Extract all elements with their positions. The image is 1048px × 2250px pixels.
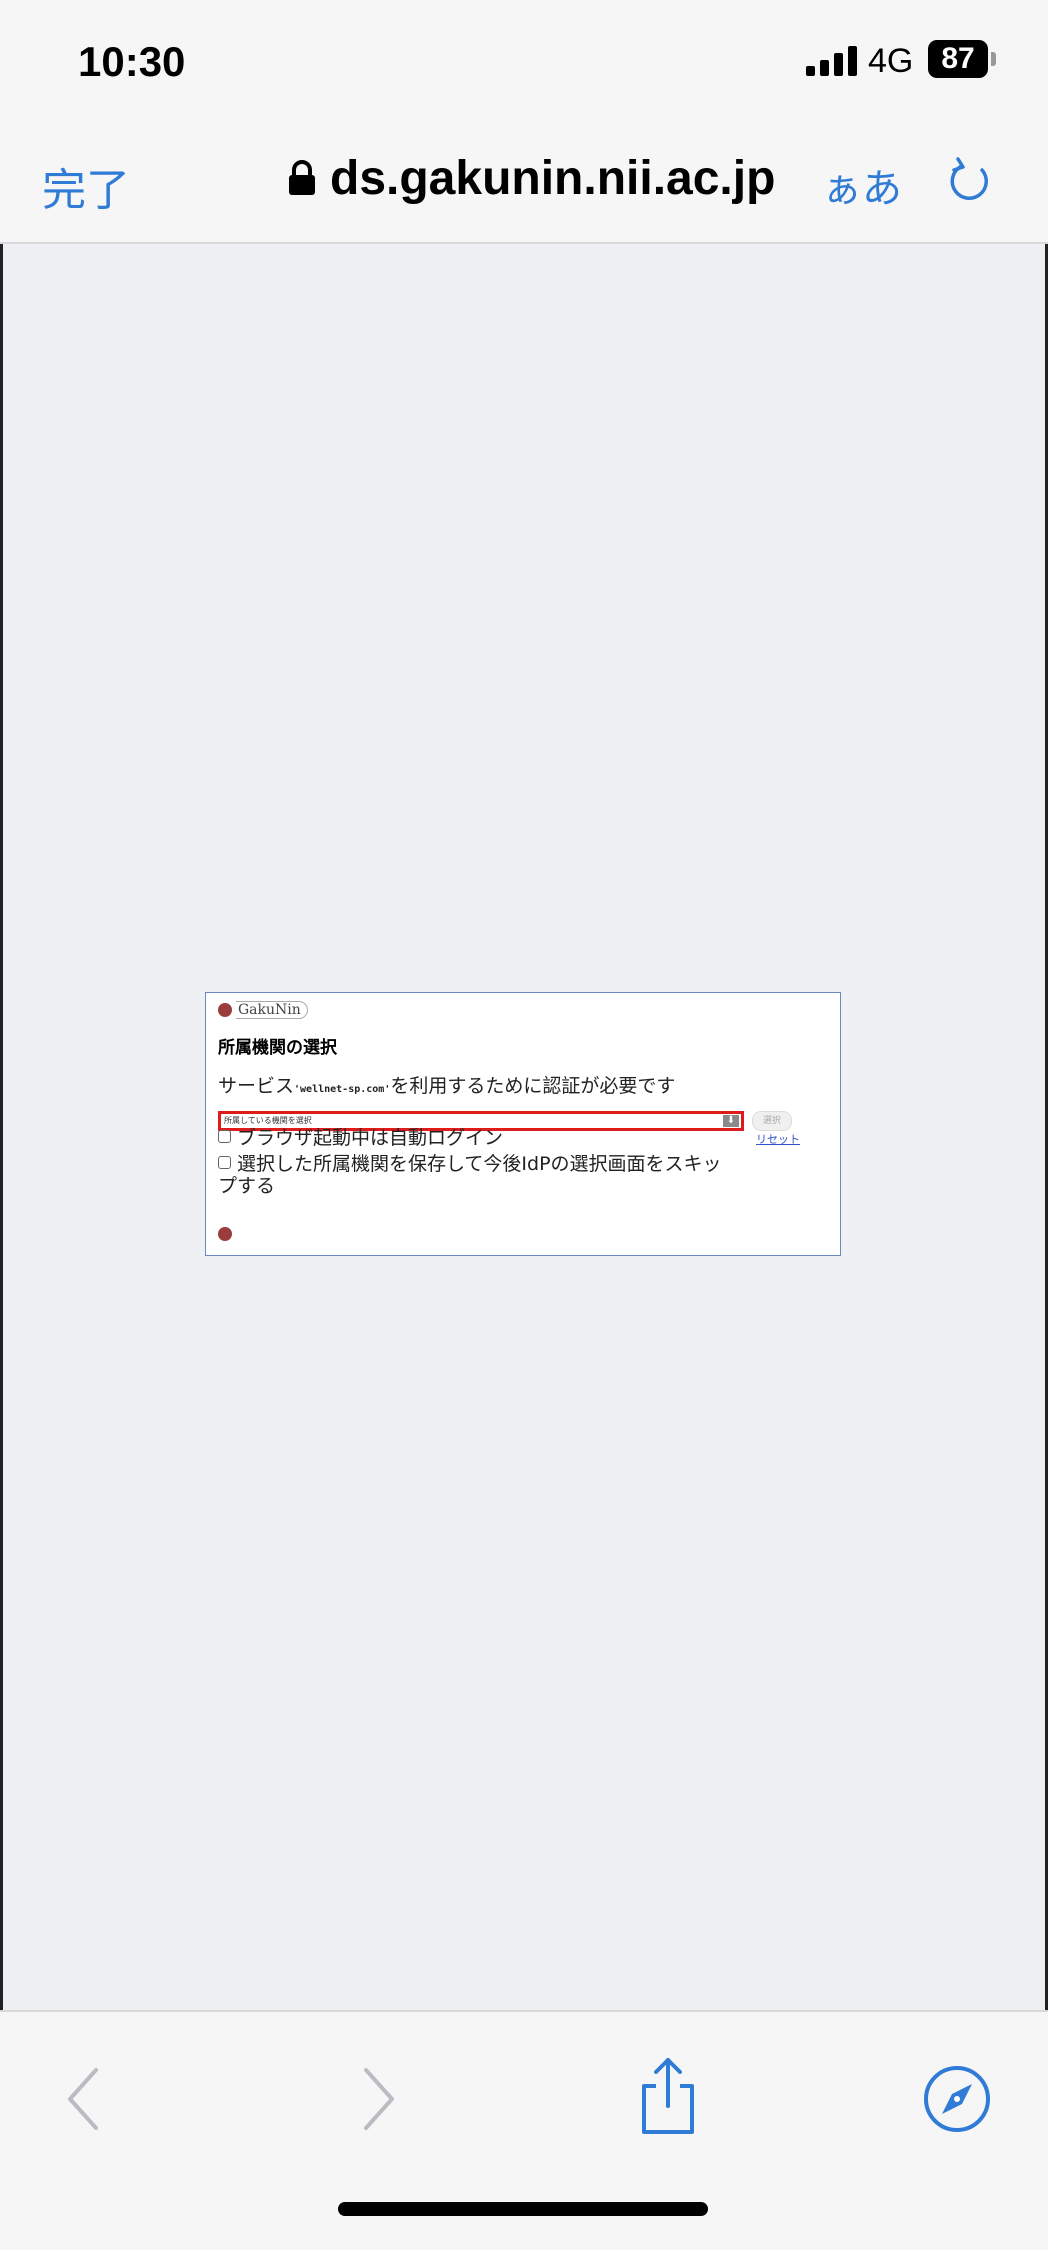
service-prefix: サービス (218, 1075, 295, 1097)
panel-title: 所属機関の選択 (218, 1038, 337, 1058)
gakunin-logo: GakuNin (218, 1001, 308, 1019)
discovery-panel: GakuNin 所属機関の選択 サービス'wellnet-sp.com'を利用す… (205, 992, 841, 1256)
battery-icon: 87 (928, 40, 988, 78)
text-size-button[interactable]: ぁあ (822, 156, 902, 214)
idp-select-placeholder: 所属している機関を選択 (224, 1116, 312, 1125)
battery-cap (991, 52, 996, 66)
service-name: 'wellnet-sp.com' (294, 1084, 391, 1095)
browser-nav-bar: 完了 ds.gakunin.nii.ac.jp ぁあ (0, 120, 1048, 244)
auto-login-label: ブラウザ起動中は自動ログイン (237, 1127, 504, 1149)
reload-icon[interactable] (944, 156, 994, 206)
network-label: 4G (868, 42, 914, 80)
battery-level: 87 (941, 42, 975, 75)
save-idp-label: 選択した所属機関を保存して今後IdPの選択画面をスキップする (218, 1153, 722, 1197)
home-indicator (338, 2202, 708, 2216)
auto-login-option[interactable]: ブラウザ起動中は自動ログイン (218, 1127, 738, 1149)
auto-login-checkbox[interactable] (218, 1130, 231, 1143)
chevron-down-icon[interactable]: ⬇ (723, 1115, 739, 1127)
service-message: サービス'wellnet-sp.com'を利用するために認証が必要です (218, 1071, 675, 1098)
forward-icon[interactable] (356, 2064, 402, 2134)
bookmarks-compass-icon[interactable] (922, 2064, 992, 2134)
web-content: GakuNin 所属機関の選択 サービス'wellnet-sp.com'を利用す… (3, 244, 1045, 2010)
status-bar: 10:30 4G 87 (0, 0, 1048, 120)
gakunin-footer-icon (218, 1227, 232, 1241)
save-idp-checkbox[interactable] (218, 1156, 231, 1169)
status-time: 10:30 (78, 38, 186, 85)
save-idp-option[interactable]: 選択した所属機関を保存して今後IdPの選択画面をスキップする (218, 1153, 738, 1197)
share-icon[interactable] (636, 2056, 700, 2136)
back-icon[interactable] (60, 2064, 106, 2134)
address-bar[interactable]: ds.gakunin.nii.ac.jp (288, 150, 775, 206)
gakunin-logo-icon (218, 1003, 232, 1017)
url-text: ds.gakunin.nii.ac.jp (330, 151, 776, 205)
done-button[interactable]: 完了 (42, 154, 130, 218)
gakunin-logo-text: GakuNin (236, 1001, 308, 1019)
signal-bars-icon (806, 46, 857, 76)
lock-icon (289, 160, 315, 195)
reset-link[interactable]: リセット (756, 1131, 800, 1147)
service-suffix: を利用するために認証が必要です (390, 1075, 676, 1097)
select-button[interactable]: 選択 (752, 1111, 792, 1131)
